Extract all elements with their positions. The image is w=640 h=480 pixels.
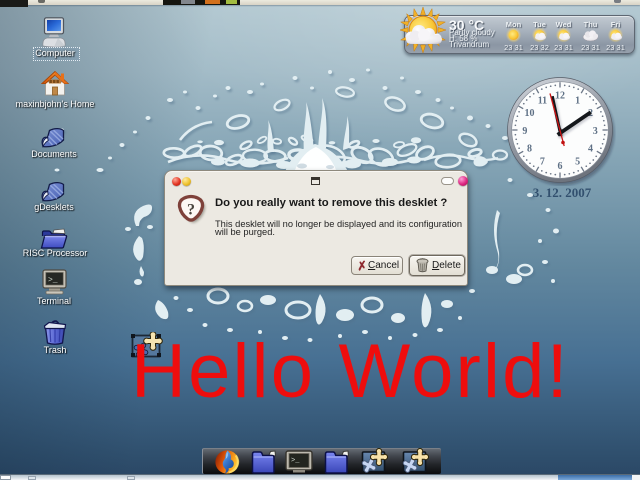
svg-text:8: 8 [527,143,532,154]
svg-text:11: 11 [538,95,547,106]
svg-text:6: 6 [558,161,563,172]
svg-text:1: 1 [575,95,580,106]
svg-text:10: 10 [525,108,535,119]
svg-text:3: 3 [593,126,598,137]
svg-text:7: 7 [540,156,545,167]
svg-text:5: 5 [575,156,580,167]
svg-text:>_: >_ [48,276,58,285]
svg-text:9: 9 [522,126,527,137]
svg-text:>_: >_ [291,457,300,465]
svg-text:?: ? [187,202,195,219]
svg-text:4: 4 [588,143,593,154]
svg-text:12: 12 [555,91,565,102]
